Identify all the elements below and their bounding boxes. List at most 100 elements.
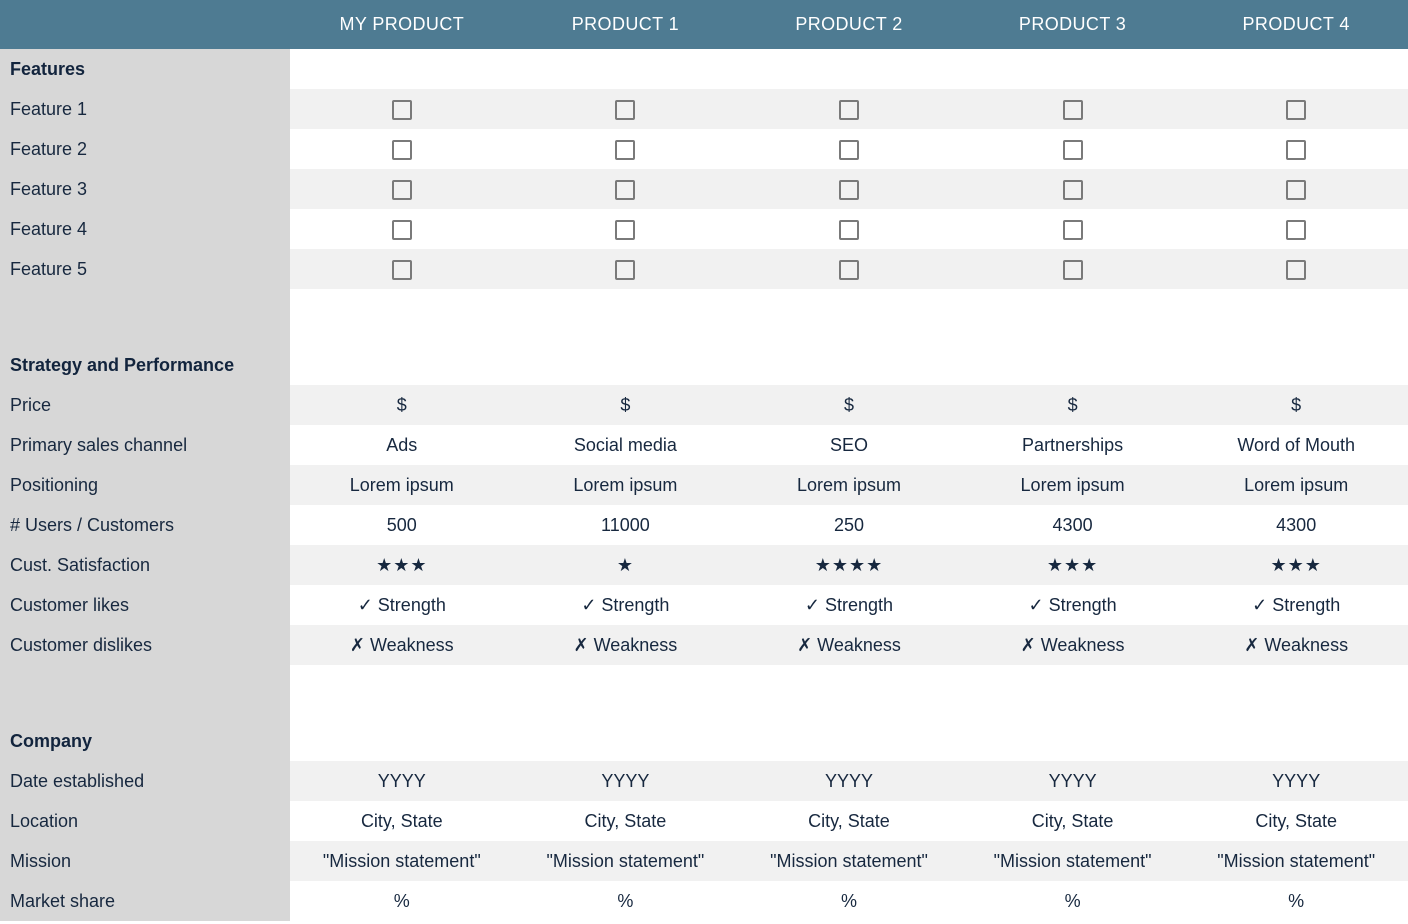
checkbox-icon[interactable] (615, 220, 635, 240)
cell (514, 289, 738, 317)
star-rating: ★ (617, 555, 634, 575)
cell: Lorem ipsum (514, 465, 738, 505)
checkbox-icon[interactable] (1286, 260, 1306, 280)
checkbox-icon[interactable] (1286, 100, 1306, 120)
cell (1184, 665, 1408, 693)
section-heading: Features (0, 49, 290, 89)
checkbox-icon[interactable] (615, 140, 635, 160)
cell: % (514, 881, 738, 921)
checkbox-icon[interactable] (1286, 140, 1306, 160)
row-label: Price (0, 385, 290, 425)
table-row: Mission"Mission statement""Mission state… (0, 841, 1408, 881)
cell (737, 169, 961, 209)
cell: % (737, 881, 961, 921)
table-row: Feature 4 (0, 209, 1408, 249)
cell: ★ (514, 545, 738, 585)
comparison-table: MY PRODUCT PRODUCT 1 PRODUCT 2 PRODUCT 3… (0, 0, 1408, 921)
cell: ✗ Weakness (737, 625, 961, 665)
cell: % (1184, 881, 1408, 921)
cell (961, 89, 1185, 129)
table-row: Market share%%%%% (0, 881, 1408, 921)
cell: Lorem ipsum (1184, 465, 1408, 505)
cell: Partnerships (961, 425, 1185, 465)
row-label: Feature 1 (0, 89, 290, 129)
cell: ✗ Weakness (961, 625, 1185, 665)
checkbox-icon[interactable] (839, 180, 859, 200)
table-row: # Users / Customers5001100025043004300 (0, 505, 1408, 545)
checkbox-icon[interactable] (615, 100, 635, 120)
row-label (0, 665, 290, 693)
table-row: Customer likes✓ Strength✓ Strength✓ Stre… (0, 585, 1408, 625)
checkbox-icon[interactable] (839, 100, 859, 120)
cell: Lorem ipsum (737, 465, 961, 505)
checkbox-icon[interactable] (1063, 100, 1083, 120)
cell: ✓ Strength (961, 585, 1185, 625)
cell (290, 129, 514, 169)
cell: 4300 (961, 505, 1185, 545)
cell: $ (961, 385, 1185, 425)
row-label: Primary sales channel (0, 425, 290, 465)
checkbox-icon[interactable] (392, 140, 412, 160)
cell (737, 693, 961, 721)
cell (1184, 249, 1408, 289)
row-label: Mission (0, 841, 290, 881)
column-header: PRODUCT 2 (737, 0, 961, 49)
cell: 11000 (514, 505, 738, 545)
cell (1184, 721, 1408, 761)
cell (961, 289, 1185, 317)
cell (961, 721, 1185, 761)
cell: 4300 (1184, 505, 1408, 545)
checkbox-icon[interactable] (839, 140, 859, 160)
checkbox-icon[interactable] (1286, 180, 1306, 200)
checkbox-icon[interactable] (1286, 220, 1306, 240)
table-row: Feature 3 (0, 169, 1408, 209)
row-label (0, 317, 290, 345)
cell: YYYY (290, 761, 514, 801)
cell: ✓ Strength (1184, 585, 1408, 625)
cell (290, 345, 514, 385)
checkbox-icon[interactable] (615, 180, 635, 200)
cell (290, 665, 514, 693)
cell (514, 665, 738, 693)
checkbox-icon[interactable] (392, 100, 412, 120)
table-row: Date establishedYYYYYYYYYYYYYYYYYYYY (0, 761, 1408, 801)
checkbox-icon[interactable] (839, 260, 859, 280)
cell: Social media (514, 425, 738, 465)
cell (961, 129, 1185, 169)
cell (290, 209, 514, 249)
cell (737, 129, 961, 169)
checkbox-icon[interactable] (839, 220, 859, 240)
cell (514, 89, 738, 129)
cell (1184, 89, 1408, 129)
cell (514, 345, 738, 385)
checkbox-icon[interactable] (1063, 140, 1083, 160)
section-heading: Company (0, 721, 290, 761)
row-label: Customer dislikes (0, 625, 290, 665)
cell: Ads (290, 425, 514, 465)
cell (961, 49, 1185, 89)
cell (1184, 345, 1408, 385)
cell (737, 249, 961, 289)
row-label: Date established (0, 761, 290, 801)
cell: ✗ Weakness (1184, 625, 1408, 665)
cell: ★★★ (961, 545, 1185, 585)
cell (961, 169, 1185, 209)
checkbox-icon[interactable] (615, 260, 635, 280)
checkbox-icon[interactable] (392, 260, 412, 280)
cell: ★★★ (1184, 545, 1408, 585)
checkbox-icon[interactable] (1063, 180, 1083, 200)
checkbox-icon[interactable] (1063, 220, 1083, 240)
cell: $ (290, 385, 514, 425)
table-row: Primary sales channelAdsSocial mediaSEOP… (0, 425, 1408, 465)
cell: % (961, 881, 1185, 921)
cell: Word of Mouth (1184, 425, 1408, 465)
header-blank (0, 0, 290, 49)
star-rating: ★★★ (1270, 555, 1321, 575)
checkbox-icon[interactable] (1063, 260, 1083, 280)
table-row: Feature 1 (0, 89, 1408, 129)
checkbox-icon[interactable] (392, 180, 412, 200)
cell (1184, 129, 1408, 169)
cell (290, 169, 514, 209)
checkbox-icon[interactable] (392, 220, 412, 240)
cell (514, 49, 738, 89)
